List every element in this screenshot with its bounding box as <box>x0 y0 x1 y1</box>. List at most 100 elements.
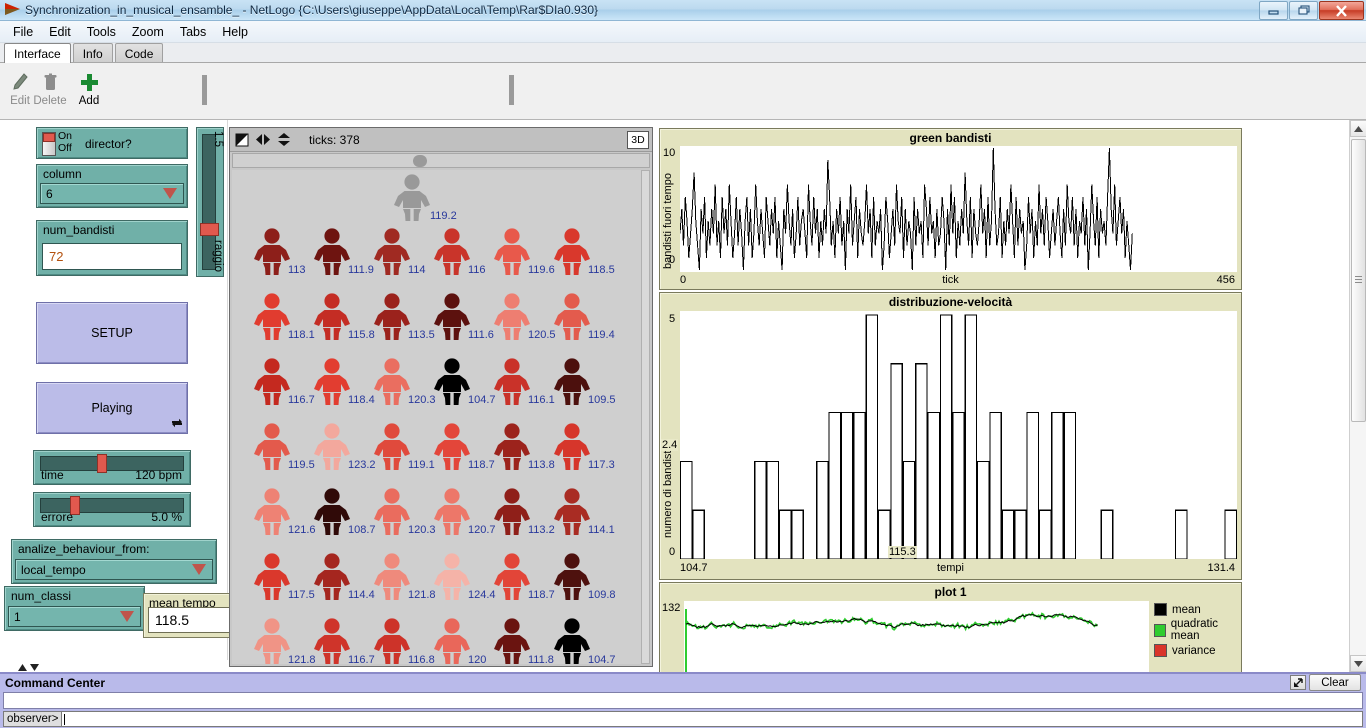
menu-edit[interactable]: Edit <box>41 23 79 41</box>
world-zoom-slider[interactable] <box>232 153 650 168</box>
toolbar-separator-1 <box>202 75 207 105</box>
turtle[interactable] <box>252 488 292 539</box>
turtle[interactable] <box>492 553 532 604</box>
horizontal-arrows-icon[interactable] <box>255 132 271 148</box>
scroll-up-arrow-icon[interactable] <box>1350 120 1366 137</box>
slider-raggio[interactable]: 1.5 raggio <box>196 127 224 277</box>
turtle-label: 114.4 <box>348 589 375 601</box>
turtle[interactable] <box>552 488 592 539</box>
menu-help[interactable]: Help <box>214 23 256 41</box>
turtle[interactable] <box>432 618 472 664</box>
turtle[interactable] <box>552 618 592 664</box>
view-3d-button[interactable]: 3D <box>627 131 649 149</box>
turtle[interactable] <box>552 358 592 409</box>
turtle[interactable] <box>552 228 592 279</box>
turtle[interactable] <box>432 553 472 604</box>
legend-item-quadratic-mean: quadratic mean <box>1154 618 1241 642</box>
turtle[interactable] <box>312 423 352 474</box>
turtle[interactable] <box>312 228 352 279</box>
chooser-num-classi[interactable]: num_classi 1 <box>4 586 145 631</box>
command-center-title: Command Center <box>0 676 105 690</box>
world-zoom-thumb[interactable] <box>413 155 427 167</box>
slider-time[interactable]: time 120 bpm <box>33 450 191 485</box>
turtle[interactable] <box>372 488 412 539</box>
pane-splitter[interactable] <box>18 664 39 671</box>
chooser-column-field[interactable]: 6 <box>40 183 184 204</box>
turtle[interactable] <box>312 488 352 539</box>
tab-info[interactable]: Info <box>73 43 113 62</box>
turtle[interactable] <box>372 293 412 344</box>
turtle[interactable] <box>252 423 292 474</box>
minimize-button[interactable] <box>1259 1 1288 20</box>
slider-errore[interactable]: errore 5.0 % <box>33 492 191 527</box>
slider-time-thumb[interactable] <box>97 454 107 473</box>
clear-button[interactable]: Clear <box>1309 674 1361 691</box>
scroll-down-arrow-icon[interactable] <box>1350 655 1366 672</box>
chooser-analize-behaviour[interactable]: analize_behaviour_from: local_tempo <box>11 539 217 584</box>
turtle[interactable] <box>492 423 532 474</box>
vertical-arrows-icon[interactable] <box>276 132 292 148</box>
turtle[interactable] <box>432 358 472 409</box>
turtle[interactable] <box>312 553 352 604</box>
menu-zoom[interactable]: Zoom <box>124 23 172 41</box>
input-num-bandisti-field[interactable]: 72 <box>42 243 182 270</box>
slider-raggio-thumb[interactable] <box>200 223 219 236</box>
delete-tool[interactable]: Delete <box>30 69 70 107</box>
world-canvas[interactable]: 119.2113111.9114116119.6118.5118.1115.81… <box>232 170 650 664</box>
half-fill-icon[interactable] <box>234 132 250 148</box>
turtle[interactable] <box>312 358 352 409</box>
turtle[interactable] <box>432 423 472 474</box>
turtle-director[interactable] <box>392 174 432 225</box>
menu-tools[interactable]: Tools <box>79 23 124 41</box>
turtle[interactable] <box>372 618 412 664</box>
switch-name-label: director? <box>85 137 132 151</box>
world-scrollbar[interactable] <box>641 170 650 664</box>
turtle[interactable] <box>252 618 292 664</box>
close-button[interactable] <box>1319 1 1364 20</box>
turtle[interactable] <box>372 553 412 604</box>
add-tool-label: Add <box>69 95 109 107</box>
turtle-label: 119.4 <box>588 329 615 341</box>
command-input[interactable] <box>61 711 1363 727</box>
scrollbar-thumb[interactable] <box>1351 139 1366 422</box>
setup-button[interactable]: SETUP <box>36 302 188 364</box>
turtle[interactable] <box>252 228 292 279</box>
legend-item-mean: mean <box>1154 603 1241 616</box>
chooser-analize-field[interactable]: local_tempo <box>15 559 213 580</box>
turtle[interactable] <box>372 358 412 409</box>
menu-file[interactable]: File <box>5 23 41 41</box>
world-view[interactable]: ticks: 378 3D 119.2113111.9114116119.611… <box>229 127 653 667</box>
switch-director[interactable]: On Off director? <box>36 127 188 159</box>
menu-tabs[interactable]: Tabs <box>172 23 214 41</box>
turtle[interactable] <box>492 488 532 539</box>
turtle[interactable] <box>252 358 292 409</box>
chooser-num-classi-field[interactable]: 1 <box>8 606 141 627</box>
tab-code[interactable]: Code <box>115 43 164 62</box>
turtle[interactable] <box>552 293 592 344</box>
turtle[interactable] <box>312 293 352 344</box>
turtle[interactable] <box>312 618 352 664</box>
tab-interface[interactable]: Interface <box>4 43 71 63</box>
input-num-bandisti[interactable]: num_bandisti 72 <box>36 220 188 276</box>
turtle[interactable] <box>432 228 472 279</box>
plot-plot1-ymax: 132 <box>662 602 680 614</box>
turtle[interactable] <box>252 293 292 344</box>
turtle[interactable] <box>552 423 592 474</box>
turtle[interactable] <box>492 293 532 344</box>
turtle[interactable] <box>492 358 532 409</box>
add-tool[interactable]: Add <box>69 69 109 107</box>
turtle[interactable] <box>432 293 472 344</box>
playing-button[interactable]: Playing <box>36 382 188 434</box>
interface-vertical-scrollbar[interactable] <box>1349 120 1366 672</box>
turtle[interactable] <box>492 228 532 279</box>
turtle[interactable] <box>492 618 532 664</box>
popout-icon[interactable] <box>1290 675 1306 690</box>
turtle[interactable] <box>372 423 412 474</box>
restore-button[interactable] <box>1289 1 1318 20</box>
text-caret <box>64 714 65 725</box>
chooser-column[interactable]: column 6 <box>36 164 188 208</box>
turtle[interactable] <box>432 488 472 539</box>
turtle[interactable] <box>372 228 412 279</box>
turtle[interactable] <box>552 553 592 604</box>
turtle[interactable] <box>252 553 292 604</box>
